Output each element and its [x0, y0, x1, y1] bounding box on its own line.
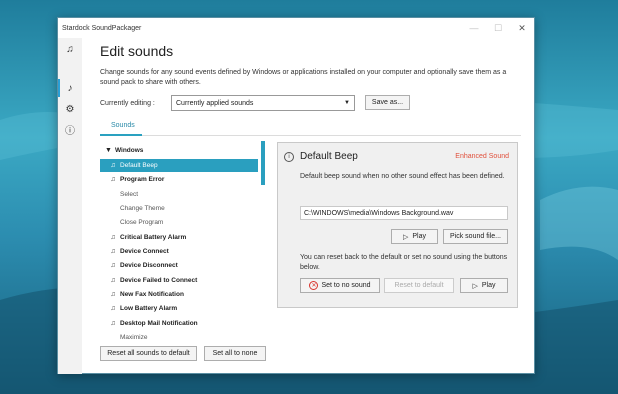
info-icon: i	[284, 152, 294, 162]
reset-instructions: You can reset back to the default or set…	[300, 254, 508, 271]
tree-item-label: Desktop Mail Notification	[120, 320, 198, 327]
music-note-icon: ♫	[110, 277, 116, 284]
tree-item-label: New Fax Notification	[120, 291, 184, 298]
play-button-label: Play	[412, 233, 426, 240]
nav-selection-indicator	[58, 79, 60, 97]
music-notes-icon[interactable]: ♫	[62, 41, 78, 57]
tree-scrollbar[interactable]	[261, 141, 265, 185]
tree-item-label: Select	[120, 191, 139, 198]
reset-to-default-button[interactable]: Reset to default	[384, 278, 454, 293]
music-note-icon: ♫	[110, 291, 116, 298]
tree-item-close-program[interactable]: Close Program	[100, 216, 258, 229]
pick-sound-file-button[interactable]: Pick sound file...	[443, 229, 508, 244]
play-button[interactable]: ▷ Play	[391, 229, 438, 244]
tab-active-indicator	[100, 134, 142, 136]
play-button-secondary[interactable]: ▷ Play	[460, 278, 508, 293]
music-note-icon: ♫	[110, 234, 116, 241]
soundpackager-window: Stardock SoundPackager — ☐ ✕ ♫ ♪ ⚙ ⓘ Edi…	[57, 17, 535, 374]
tree-item-label: Maximize	[120, 334, 148, 341]
tree-group-windows[interactable]: ▼ Windows	[105, 144, 258, 157]
currently-editing-label: Currently editing :	[100, 100, 155, 107]
music-note-icon: ♫	[110, 176, 116, 183]
music-note-icon: ♫	[110, 162, 116, 169]
minimize-button[interactable]: —	[462, 18, 486, 38]
page-title: Edit sounds	[100, 43, 174, 59]
play-icon: ▷	[472, 282, 478, 290]
sound-title: Default Beep	[300, 151, 358, 162]
sound-description: Default beep sound when no other sound e…	[300, 173, 505, 180]
tree-item-label: Change Theme	[120, 205, 165, 212]
no-sound-x-icon: ✕	[309, 281, 319, 290]
set-to-no-sound-button[interactable]: ✕ Set to no sound	[300, 278, 380, 293]
currently-editing-value: Currently applied sounds	[176, 99, 254, 107]
expand-triangle-icon: ▼	[105, 147, 112, 154]
tree-item-label: Close Program	[120, 219, 164, 226]
enhanced-sound-badge: Enhanced Sound	[455, 153, 509, 160]
title-bar: Stardock SoundPackager — ☐ ✕	[58, 18, 534, 38]
music-note-icon: ♫	[110, 320, 116, 327]
left-navigation: ♫ ♪ ⚙ ⓘ	[58, 38, 82, 374]
tree-item-label: Device Connect	[120, 248, 169, 255]
tree-item-critical-battery-alarm[interactable]: ♫ Critical Battery Alarm	[100, 231, 258, 244]
tree-item-default-beep[interactable]: ♫ Default Beep	[100, 159, 258, 172]
window-title: Stardock SoundPackager	[62, 24, 142, 32]
reset-all-sounds-button[interactable]: Reset all sounds to default	[100, 346, 197, 361]
currently-editing-dropdown[interactable]: Currently applied sounds ▼	[171, 95, 355, 111]
tree-item-new-fax-notification[interactable]: ♫ New Fax Notification	[100, 288, 258, 301]
sound-detail-panel: i Default Beep Enhanced Sound Default be…	[277, 142, 518, 308]
sound-file-path-field[interactable]: C:\WINDOWS\media\Windows Background.wav	[300, 206, 508, 220]
edit-sounds-icon[interactable]: ♪	[62, 80, 78, 96]
tree-item-select[interactable]: Select	[100, 188, 258, 201]
sound-file-path-value: C:\WINDOWS\media\Windows Background.wav	[304, 209, 454, 217]
tree-item-device-disconnect[interactable]: ♫ Device Disconnect	[100, 259, 258, 272]
save-as-button[interactable]: Save as...	[365, 95, 410, 110]
tab-divider	[100, 135, 521, 136]
settings-gear-icon[interactable]: ⚙	[62, 101, 78, 117]
set-to-no-sound-label: Set to no sound	[321, 282, 371, 289]
play-icon: ▷	[402, 233, 409, 241]
page-description: Change sounds for any sound events defin…	[100, 69, 507, 86]
tree-item-change-theme[interactable]: Change Theme	[100, 202, 258, 215]
music-note-icon: ♫	[110, 248, 116, 255]
tree-item-label: Device Disconnect	[120, 262, 178, 269]
tree-item-label: Low Battery Alarm	[120, 305, 178, 312]
set-all-to-none-button[interactable]: Set all to none	[204, 346, 266, 361]
chevron-down-icon: ▼	[344, 100, 350, 106]
tree-item-label: Windows	[114, 147, 144, 154]
tree-item-device-connect[interactable]: ♫ Device Connect	[100, 245, 258, 258]
tree-item-label: Critical Battery Alarm	[120, 234, 187, 241]
tree-item-label: Program Error	[120, 176, 165, 183]
tree-item-maximize[interactable]: Maximize	[100, 331, 258, 342]
music-note-icon: ♫	[110, 305, 116, 312]
info-icon[interactable]: ⓘ	[62, 121, 78, 137]
close-button[interactable]: ✕	[510, 18, 534, 38]
play-button-label: Play	[481, 282, 496, 289]
music-note-icon: ♫	[110, 262, 116, 269]
tree-item-desktop-mail-notification[interactable]: ♫ Desktop Mail Notification	[100, 317, 258, 330]
maximize-button[interactable]: ☐	[486, 18, 510, 38]
sound-events-tree: ▼ Windows ♫ Default Beep ♫ Program Error…	[100, 142, 258, 342]
tree-item-low-battery-alarm[interactable]: ♫ Low Battery Alarm	[100, 302, 258, 315]
tree-item-label: Device Failed to Connect	[120, 277, 198, 284]
tab-sounds[interactable]: Sounds	[111, 122, 135, 129]
tree-item-program-error[interactable]: ♫ Program Error	[100, 173, 258, 186]
tree-item-label: Default Beep	[120, 162, 158, 169]
tree-item-device-failed-to-connect[interactable]: ♫ Device Failed to Connect	[100, 274, 258, 287]
